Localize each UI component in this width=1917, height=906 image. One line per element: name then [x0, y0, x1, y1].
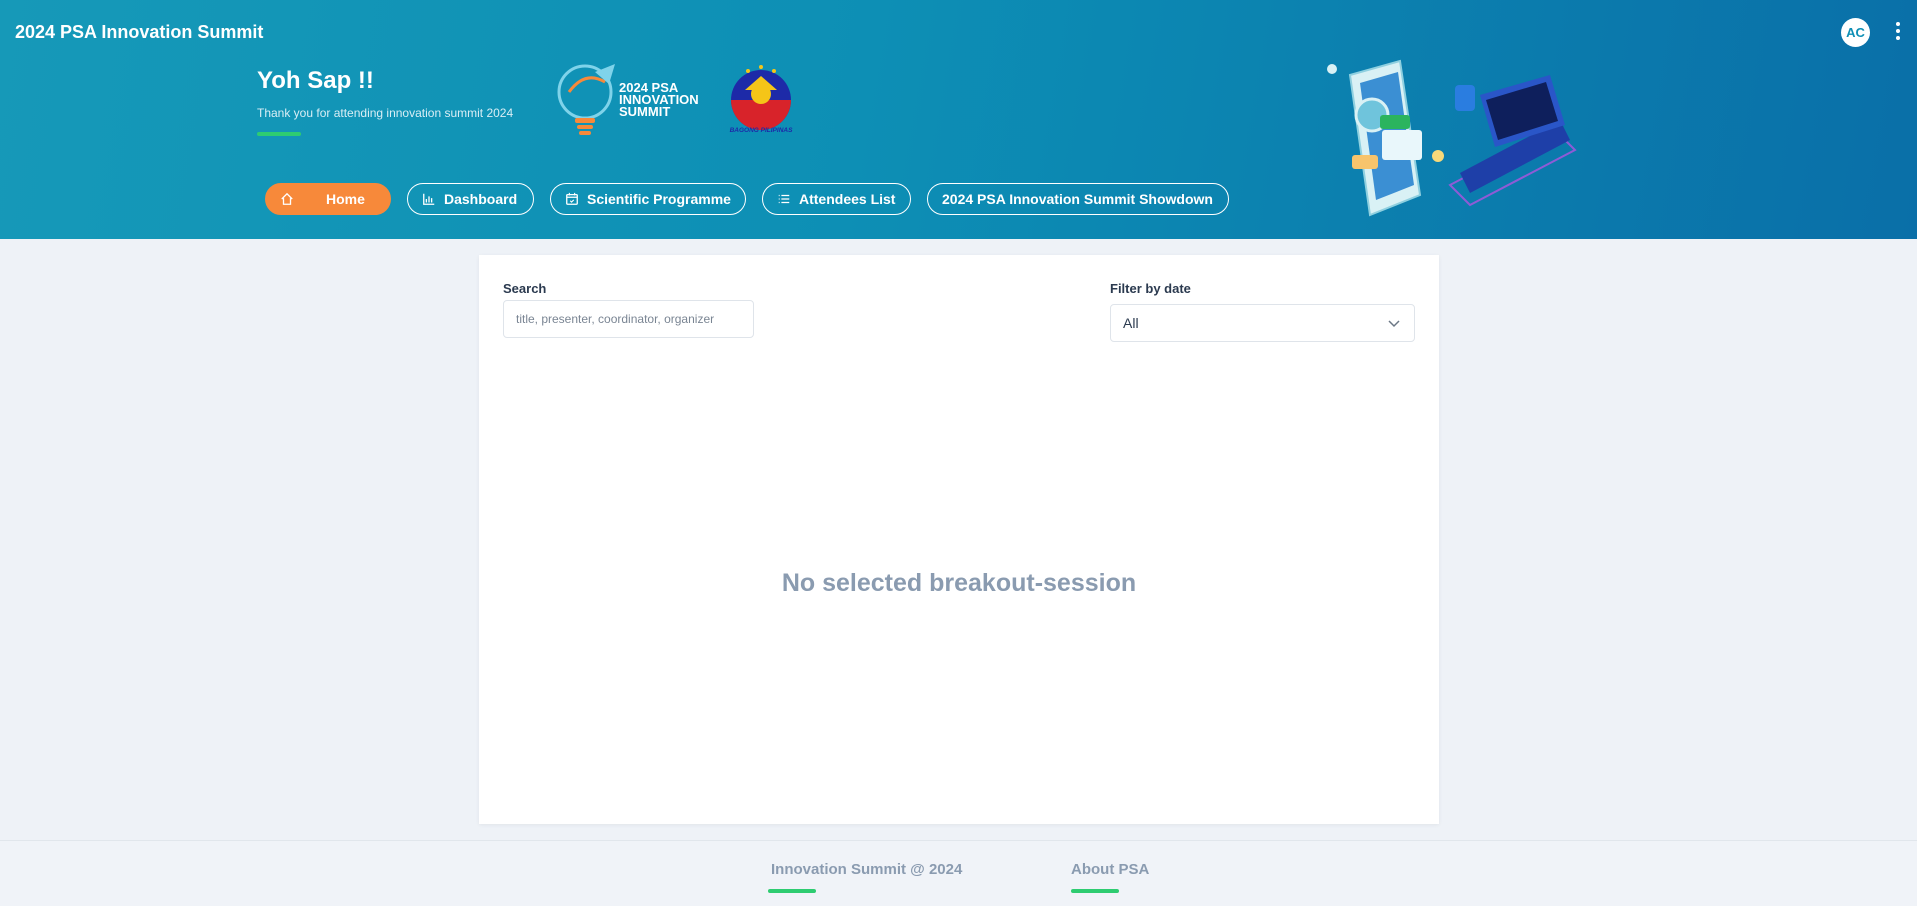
greeting-subtitle: Thank you for attending innovation summi… — [257, 106, 514, 120]
more-menu-icon[interactable] — [1894, 22, 1902, 44]
greeting-title: Yoh Sap !! — [257, 67, 374, 94]
chevron-down-icon — [1388, 320, 1400, 328]
footer-link-underline — [768, 889, 816, 893]
filter-by-date-label: Filter by date — [1110, 281, 1191, 296]
bar-chart-icon — [423, 193, 435, 205]
list-icon — [778, 194, 790, 204]
filter-selected-value: All — [1123, 315, 1139, 331]
footer-link-innovation-summit[interactable]: Innovation Summit @ 2024 — [771, 861, 962, 878]
bagong-pilipinas-text: BAGONG PILIPINAS — [729, 127, 793, 134]
footer-link-about-psa[interactable]: About PSA — [1071, 861, 1149, 878]
nav-scientific-programme[interactable]: Scientific Programme — [550, 183, 746, 215]
search-label: Search — [503, 281, 547, 296]
nav-summit-showdown[interactable]: 2024 PSA Innovation Summit Showdown — [927, 183, 1229, 215]
empty-state-message: No selected breakout-session — [781, 569, 1137, 597]
nav-attendees-list-label: Attendees List — [799, 191, 896, 207]
calendar-icon — [566, 192, 578, 205]
nav-dashboard-label: Dashboard — [444, 191, 518, 207]
footer: Innovation Summit @ 2024 About PSA — [0, 840, 1917, 906]
nav-attendees-list[interactable]: Attendees List — [762, 183, 911, 215]
summit-logo-text: 2024 PSA INNOVATION SUMMIT — [619, 80, 699, 119]
app-title[interactable]: 2024 PSA Innovation Summit — [15, 22, 263, 43]
technology-illustration — [1327, 59, 1577, 217]
user-avatar[interactable]: AC — [1841, 18, 1870, 47]
breakout-session-card: Search Filter by date All No selected br… — [479, 255, 1439, 824]
nav-summit-showdown-label: 2024 PSA Innovation Summit Showdown — [942, 191, 1213, 207]
nav-scientific-programme-label: Scientific Programme — [587, 191, 731, 207]
filter-by-date-select[interactable]: All — [1110, 304, 1415, 342]
nav-home-label: Home — [326, 191, 365, 207]
greeting-underline — [257, 132, 301, 136]
header-banner: 2024 PSA Innovation Summit AC Yoh Sap !!… — [0, 0, 1917, 239]
home-icon — [281, 192, 293, 205]
nav-home[interactable]: Home — [265, 183, 391, 215]
footer-link-underline — [1071, 889, 1119, 893]
nav-dashboard[interactable]: Dashboard — [407, 183, 534, 215]
search-input[interactable] — [503, 300, 754, 338]
